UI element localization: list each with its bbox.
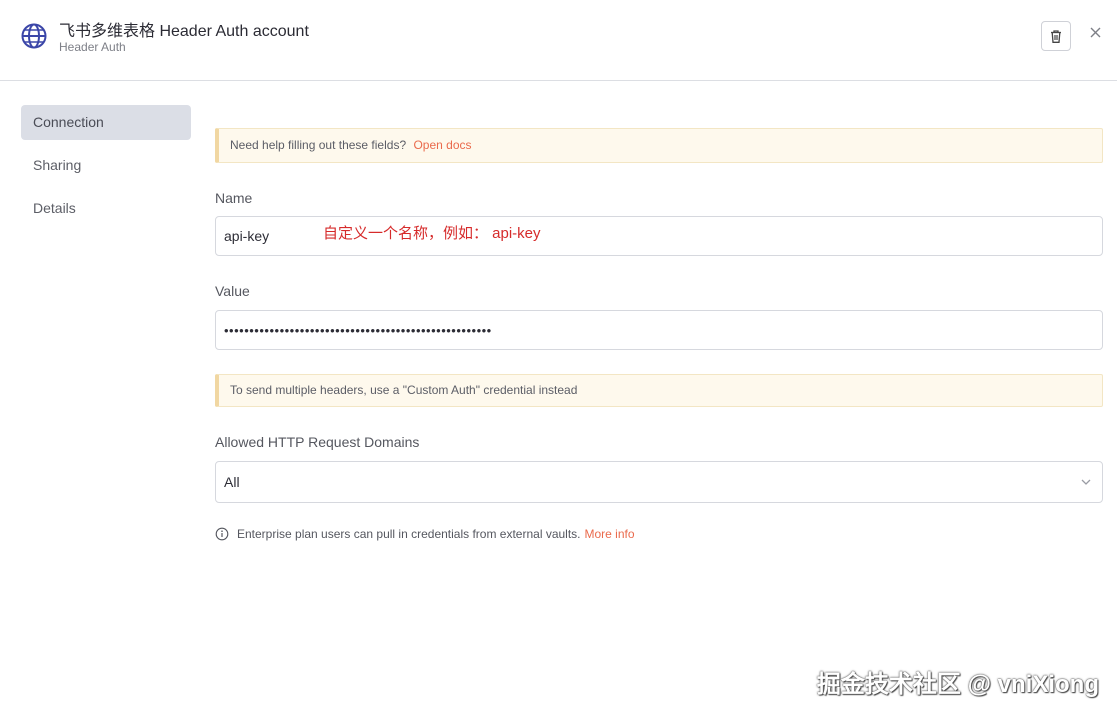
sidebar-item-details[interactable]: Details — [21, 191, 191, 226]
sidebar: Connection Sharing Details — [21, 105, 191, 234]
value-masked: ••••••••••••••••••••••••••••••••••••••••… — [224, 323, 492, 338]
domains-label: Allowed HTTP Request Domains — [215, 434, 420, 450]
sidebar-item-sharing[interactable]: Sharing — [21, 148, 191, 183]
chevron-down-icon — [1081, 479, 1091, 485]
headers-notice-text: To send multiple headers, use a "Custom … — [230, 383, 578, 397]
headers-notice: To send multiple headers, use a "Custom … — [215, 374, 1103, 407]
sidebar-item-connection[interactable]: Connection — [21, 105, 191, 140]
name-annotation: 自定义一个名称，例如： api-key — [323, 225, 541, 242]
trash-icon — [1051, 29, 1061, 43]
name-label: Name — [215, 190, 253, 206]
more-info-link[interactable]: More info — [585, 527, 635, 541]
connection-form: Need help filling out these fields? Open… — [215, 128, 1103, 541]
value-label: Value — [215, 283, 250, 299]
credential-type: Header Auth — [59, 40, 126, 54]
name-value: api-key — [224, 228, 270, 244]
open-docs-link[interactable]: Open docs — [413, 138, 471, 152]
watermark: 掘金技术社区 @ vniXiong — [816, 671, 1099, 698]
help-notice-text: Need help filling out these fields? — [230, 138, 407, 152]
name-input[interactable]: api-key 自定义一个名称，例如： api-key — [215, 216, 1103, 256]
enterprise-info-text: Enterprise plan users can pull in creden… — [237, 527, 581, 541]
enterprise-info: Enterprise plan users can pull in creden… — [215, 527, 1103, 541]
credential-title: 飞书多维表格 Header Auth account — [59, 23, 309, 40]
globe-icon — [21, 23, 47, 49]
close-icon — [1090, 27, 1100, 37]
value-input[interactable]: ••••••••••••••••••••••••••••••••••••••••… — [215, 310, 1103, 350]
domains-selected: All — [224, 474, 240, 490]
delete-button[interactable] — [1041, 21, 1071, 51]
domains-select[interactable]: All — [215, 461, 1103, 503]
help-notice: Need help filling out these fields? Open… — [215, 128, 1103, 163]
close-button[interactable] — [1086, 23, 1104, 41]
info-icon — [215, 527, 229, 541]
credential-header: 飞书多维表格 Header Auth account Header Auth — [0, 0, 1117, 81]
